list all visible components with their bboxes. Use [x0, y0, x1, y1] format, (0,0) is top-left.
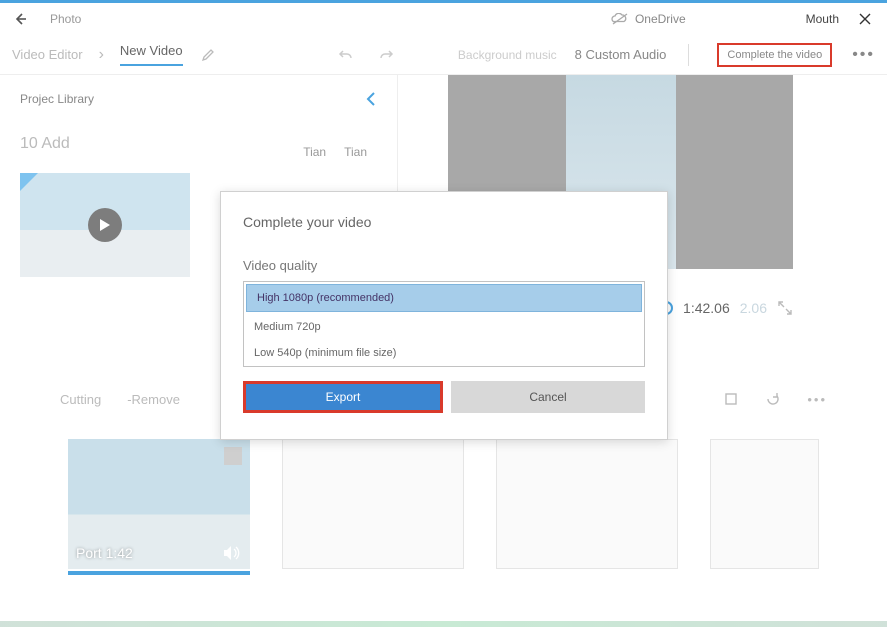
more-icon: •••: [852, 46, 875, 63]
custom-audio-button[interactable]: 8 Custom Audio: [575, 47, 667, 62]
export-dialog: Complete your video Video quality High 1…: [220, 191, 668, 440]
remove-button[interactable]: -Remove: [127, 392, 180, 407]
storyboard-strip: Port 1:42: [0, 419, 887, 589]
time-suffix: 2.06: [740, 300, 767, 316]
play-button[interactable]: [88, 208, 122, 242]
app-title: Photo: [50, 12, 81, 26]
pencil-icon: [201, 48, 215, 62]
storyboard-empty-slot[interactable]: [282, 439, 464, 569]
toolbar: Video Editor › New Video Background musi…: [0, 35, 887, 75]
storyboard-clip[interactable]: Port 1:42: [68, 439, 250, 569]
crop-icon: [723, 391, 739, 407]
project-name[interactable]: New Video: [120, 43, 183, 66]
clip-audio-button[interactable]: [222, 545, 240, 561]
quality-option-high[interactable]: High 1080p (recommended): [246, 284, 642, 312]
onedrive-status[interactable]: OneDrive: [611, 12, 686, 26]
redo-icon: [378, 47, 394, 63]
back-button[interactable]: [8, 7, 32, 31]
storyboard-empty-slot[interactable]: [710, 439, 819, 569]
close-button[interactable]: [859, 13, 879, 25]
divider: [688, 44, 689, 66]
chevron-left-icon: [365, 91, 377, 107]
redo-button[interactable]: [378, 47, 408, 63]
export-button[interactable]: Export: [243, 381, 443, 413]
speaker-icon: [222, 545, 240, 561]
quality-option-low[interactable]: Low 540p (minimum file size): [244, 340, 644, 366]
expand-icon: [777, 300, 793, 316]
library-tag[interactable]: Tian: [303, 145, 326, 159]
titlebar-right-label: Mouth: [806, 12, 839, 26]
dialog-subtitle: Video quality: [243, 258, 645, 273]
more-button[interactable]: •••: [852, 46, 875, 64]
play-icon: [99, 218, 111, 232]
clip-more-button[interactable]: •••: [807, 392, 827, 407]
arrow-left-icon: [12, 11, 28, 27]
close-icon: [859, 13, 871, 25]
bottom-edge-decoration: [0, 621, 887, 627]
background-music-button[interactable]: Background music: [458, 48, 557, 62]
dialog-title: Complete your video: [243, 214, 645, 230]
undo-button[interactable]: [338, 47, 368, 63]
quality-select[interactable]: High 1080p (recommended) Medium 720p Low…: [243, 281, 645, 367]
library-title: Projec Library: [20, 92, 94, 106]
cancel-button[interactable]: Cancel: [451, 381, 645, 413]
fullscreen-button[interactable]: [777, 300, 793, 316]
add-media-button[interactable]: 10 Add: [20, 135, 70, 153]
rotate-icon: [765, 391, 781, 407]
crop-button[interactable]: [723, 391, 739, 407]
cutting-button[interactable]: Cutting: [60, 392, 101, 407]
current-time: 1:42.06: [683, 300, 730, 316]
storyboard-empty-slot[interactable]: [496, 439, 678, 569]
thumbnail-corner-icon: [20, 173, 38, 191]
app-window: Photo OneDrive Mouth Video Editor › New …: [0, 0, 887, 627]
library-thumbnail[interactable]: [20, 173, 190, 277]
clip-label: Port 1:42: [76, 545, 133, 561]
titlebar: Photo OneDrive Mouth: [0, 3, 887, 35]
breadcrumb-root[interactable]: Video Editor: [12, 47, 83, 62]
undo-icon: [338, 47, 354, 63]
library-collapse-button[interactable]: [365, 91, 377, 107]
quality-option-medium[interactable]: Medium 720p: [244, 314, 644, 340]
rename-button[interactable]: [201, 48, 215, 62]
chevron-right-icon: ›: [99, 46, 104, 64]
clip-select-checkbox[interactable]: [224, 447, 242, 465]
onedrive-label: OneDrive: [635, 12, 686, 26]
more-icon: •••: [807, 392, 827, 407]
complete-video-button[interactable]: Complete the video: [717, 43, 832, 67]
library-tags: Tian Tian: [303, 145, 367, 159]
cloud-off-icon: [611, 13, 629, 25]
rotate-button[interactable]: [765, 391, 781, 407]
library-tag[interactable]: Tian: [344, 145, 367, 159]
